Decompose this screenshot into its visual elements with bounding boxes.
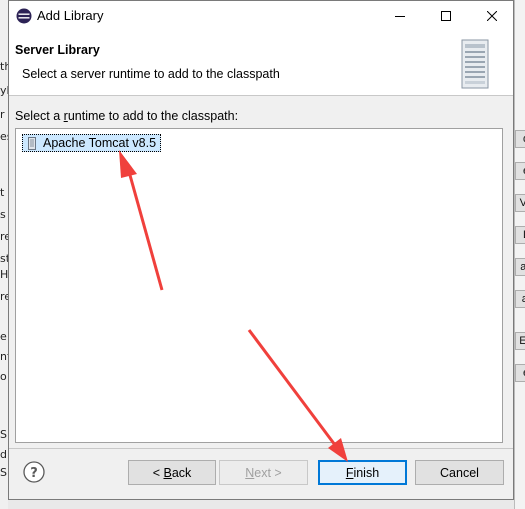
list-item-label: Apache Tomcat v8.5 xyxy=(43,136,157,150)
background-window-left-edge: th yl r es t s re st Hi re e nt o S di S xyxy=(0,0,8,509)
runtime-list[interactable]: Apache Tomcat v8.5 xyxy=(15,128,503,443)
bg-text: yl xyxy=(0,84,8,97)
bg-text: th xyxy=(0,60,8,73)
bg-button: e xyxy=(515,364,525,382)
button-mnemonic: B xyxy=(163,465,172,480)
runtime-list-label: Select a runtime to add to the classpath… xyxy=(15,109,238,123)
label-text: untime to add to the classpath: xyxy=(67,109,239,123)
server-runtime-icon xyxy=(28,137,36,150)
bg-text: s xyxy=(0,208,6,221)
button-mnemonic: N xyxy=(245,465,255,480)
bg-button: Ed xyxy=(515,332,525,350)
bg-text: r xyxy=(0,108,5,121)
svg-text:?: ? xyxy=(30,466,38,481)
bg-text: re xyxy=(0,230,8,243)
bg-button: L xyxy=(515,226,525,244)
bg-text: S xyxy=(0,466,7,479)
bg-text: o xyxy=(0,370,7,383)
button-text: < xyxy=(152,465,164,480)
minimize-icon xyxy=(395,16,405,17)
bg-text: e xyxy=(0,330,7,343)
cancel-button[interactable]: Cancel xyxy=(415,460,504,485)
button-text: ext > xyxy=(254,465,282,480)
server-icon xyxy=(461,39,489,89)
next-button[interactable]: Next > xyxy=(219,460,308,485)
bg-button: e xyxy=(515,162,525,180)
bg-text: re xyxy=(0,290,8,303)
bg-text: nt xyxy=(0,350,8,363)
label-text: Select a xyxy=(15,109,64,123)
page-description: Select a server runtime to add to the cl… xyxy=(22,67,280,81)
button-text: ack xyxy=(171,465,192,480)
bg-button: as xyxy=(515,258,525,276)
bg-text: t xyxy=(0,186,5,199)
title-bar[interactable]: Add Library xyxy=(9,1,513,31)
bg-text: S xyxy=(0,428,7,441)
bg-text: es xyxy=(0,130,8,143)
button-mnemonic: F xyxy=(345,465,354,480)
bg-button: d xyxy=(515,130,525,148)
page-title: Server Library xyxy=(15,43,100,57)
finish-button[interactable]: Finish xyxy=(318,460,407,485)
eclipse-icon xyxy=(16,8,32,24)
background-window-right-edge: d e Va L as al Ed e xyxy=(514,0,525,509)
bg-text: di xyxy=(0,448,8,461)
bg-button: Va xyxy=(515,194,525,212)
back-button[interactable]: < Back xyxy=(128,460,216,485)
add-library-dialog: Add Library Server Library Select a serv… xyxy=(8,0,514,500)
list-item-apache-tomcat[interactable]: Apache Tomcat v8.5 xyxy=(22,134,162,152)
bg-text: Hi xyxy=(0,268,8,281)
divider xyxy=(9,448,513,449)
maximize-button[interactable] xyxy=(423,1,469,31)
wizard-header: Server Library Select a server runtime t… xyxy=(9,31,513,96)
help-icon[interactable]: ? xyxy=(23,461,45,483)
minimize-button[interactable] xyxy=(377,1,423,31)
close-icon xyxy=(487,11,497,21)
bg-text: st xyxy=(0,252,8,265)
button-text: inish xyxy=(353,465,380,480)
bg-button: al xyxy=(515,290,525,308)
close-button[interactable] xyxy=(469,1,515,31)
window-title: Add Library xyxy=(37,8,104,23)
maximize-icon xyxy=(441,11,451,21)
